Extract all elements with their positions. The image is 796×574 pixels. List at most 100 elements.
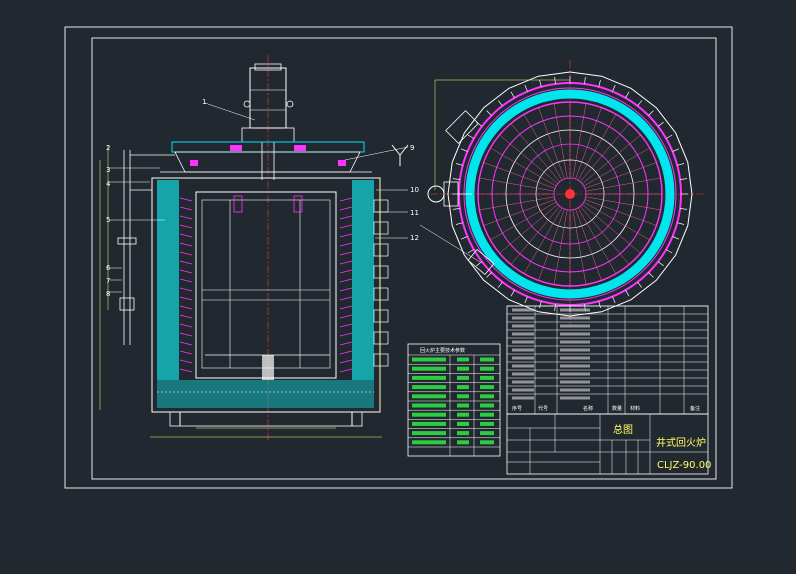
spec-cell-mark	[480, 357, 494, 362]
rim-tick	[460, 148, 468, 152]
radial-line	[585, 177, 661, 192]
cad-drawing-canvas[interactable]: 1 2 3 4 5 6 7 8 9 10 11 12 回火炉主要技术参数 序号 …	[0, 0, 796, 574]
bom-cell-mark	[560, 380, 590, 384]
rim-tick	[598, 301, 601, 309]
product-name: 井式回火炉	[656, 436, 706, 449]
rim-tick	[625, 91, 630, 99]
heating-coil	[179, 359, 193, 364]
heating-coil	[179, 287, 193, 292]
rim-tick	[612, 84, 616, 92]
rim-tick	[612, 296, 616, 304]
bom-cell-mark	[512, 396, 534, 400]
spec-cell-mark	[457, 403, 469, 408]
spec-cell-mark	[480, 375, 494, 380]
spec-cell-mark	[480, 394, 494, 399]
rim-tick	[452, 208, 460, 210]
heating-coil	[339, 224, 353, 229]
bom-cell-mark	[512, 348, 534, 352]
spec-cell-mark	[480, 431, 494, 436]
spec-cell-mark	[457, 357, 469, 362]
rim-tick	[657, 261, 664, 267]
terminal-box	[373, 199, 389, 213]
spec-table: 回火炉主要技术参数	[407, 343, 501, 457]
radial-line	[479, 196, 555, 211]
terminal-box	[373, 287, 389, 301]
spec-cell-mark	[457, 375, 469, 380]
rim-tick	[665, 134, 673, 139]
spec-cell-mark	[480, 421, 494, 426]
spec-table-title: 回火炉主要技术参数	[420, 347, 465, 354]
bom-cell-mark	[560, 348, 590, 352]
rim-tick	[539, 79, 542, 87]
heating-coil	[179, 296, 193, 301]
spec-cell-mark	[412, 421, 446, 426]
bom-cell-mark	[560, 316, 590, 320]
bom-table: 序号 代号 名称 数量 材料 备注	[506, 305, 709, 415]
rim-tick	[455, 163, 463, 166]
bom-cell-mark	[512, 388, 534, 392]
radial-line	[572, 209, 587, 285]
radial-line	[583, 147, 650, 187]
rim-tick	[510, 289, 515, 297]
spec-cell-mark	[480, 440, 494, 445]
radial-line	[585, 196, 661, 211]
drawing-number: CLJZ-90.00	[657, 460, 711, 471]
spec-cell-mark	[457, 412, 469, 417]
bom-header-material: 材料	[630, 405, 640, 412]
bom-header-seq: 序号	[512, 405, 522, 412]
rim-tick	[657, 121, 664, 127]
heating-coil	[339, 305, 353, 310]
radial-line	[572, 103, 587, 179]
bom-cell-mark	[560, 356, 590, 360]
rim-tick	[677, 222, 685, 225]
heating-coil	[179, 260, 193, 265]
bom-cell-mark	[560, 372, 590, 376]
radial-line	[523, 114, 563, 181]
bom-cell-mark	[560, 308, 590, 312]
heating-coil	[339, 314, 353, 319]
heating-coil	[339, 332, 353, 337]
part-number-3: 3	[106, 166, 110, 174]
spec-cell-mark	[412, 394, 446, 399]
spec-cell-mark	[480, 385, 494, 390]
rim-tick	[665, 249, 673, 254]
terminal-box	[373, 265, 389, 279]
heating-coil	[179, 206, 193, 211]
rim-tick	[467, 134, 475, 139]
bom-cell-mark	[512, 316, 534, 320]
heating-coil	[179, 323, 193, 328]
bom-cell-mark	[560, 388, 590, 392]
radial-line	[490, 201, 557, 241]
bom-cell-mark	[560, 340, 590, 344]
part-number-1: 1	[202, 98, 206, 106]
heating-coil	[339, 233, 353, 238]
rim-tick	[598, 79, 601, 87]
heating-coil	[179, 215, 193, 220]
heating-coil	[339, 341, 353, 346]
rim-tick	[455, 222, 463, 225]
heating-coil	[179, 278, 193, 283]
part-number-5: 5	[106, 216, 110, 224]
heating-coil	[339, 215, 353, 220]
radial-line	[490, 147, 557, 187]
drawing-type: 总图	[613, 423, 633, 436]
part-number-9: 9	[410, 144, 414, 152]
bom-header-note: 备注	[690, 405, 700, 412]
spec-cell-mark	[412, 357, 446, 362]
retort	[195, 191, 337, 379]
heating-coil	[179, 314, 193, 319]
part-number-12: 12	[410, 234, 419, 242]
title-block: 总图 井式回火炉 CLJZ-90.00	[506, 413, 711, 475]
spec-cell-mark	[412, 440, 446, 445]
part-number-7: 7	[106, 277, 110, 285]
terminal-box	[373, 331, 389, 345]
part-number-8: 8	[106, 290, 110, 298]
heating-coil	[339, 242, 353, 247]
heating-coil	[179, 197, 193, 202]
bom-cell-mark	[512, 308, 534, 312]
spec-cell-mark	[480, 403, 494, 408]
spec-cell-mark	[412, 375, 446, 380]
rim-tick	[554, 304, 556, 312]
heating-coil	[339, 260, 353, 265]
heating-coil	[339, 287, 353, 292]
